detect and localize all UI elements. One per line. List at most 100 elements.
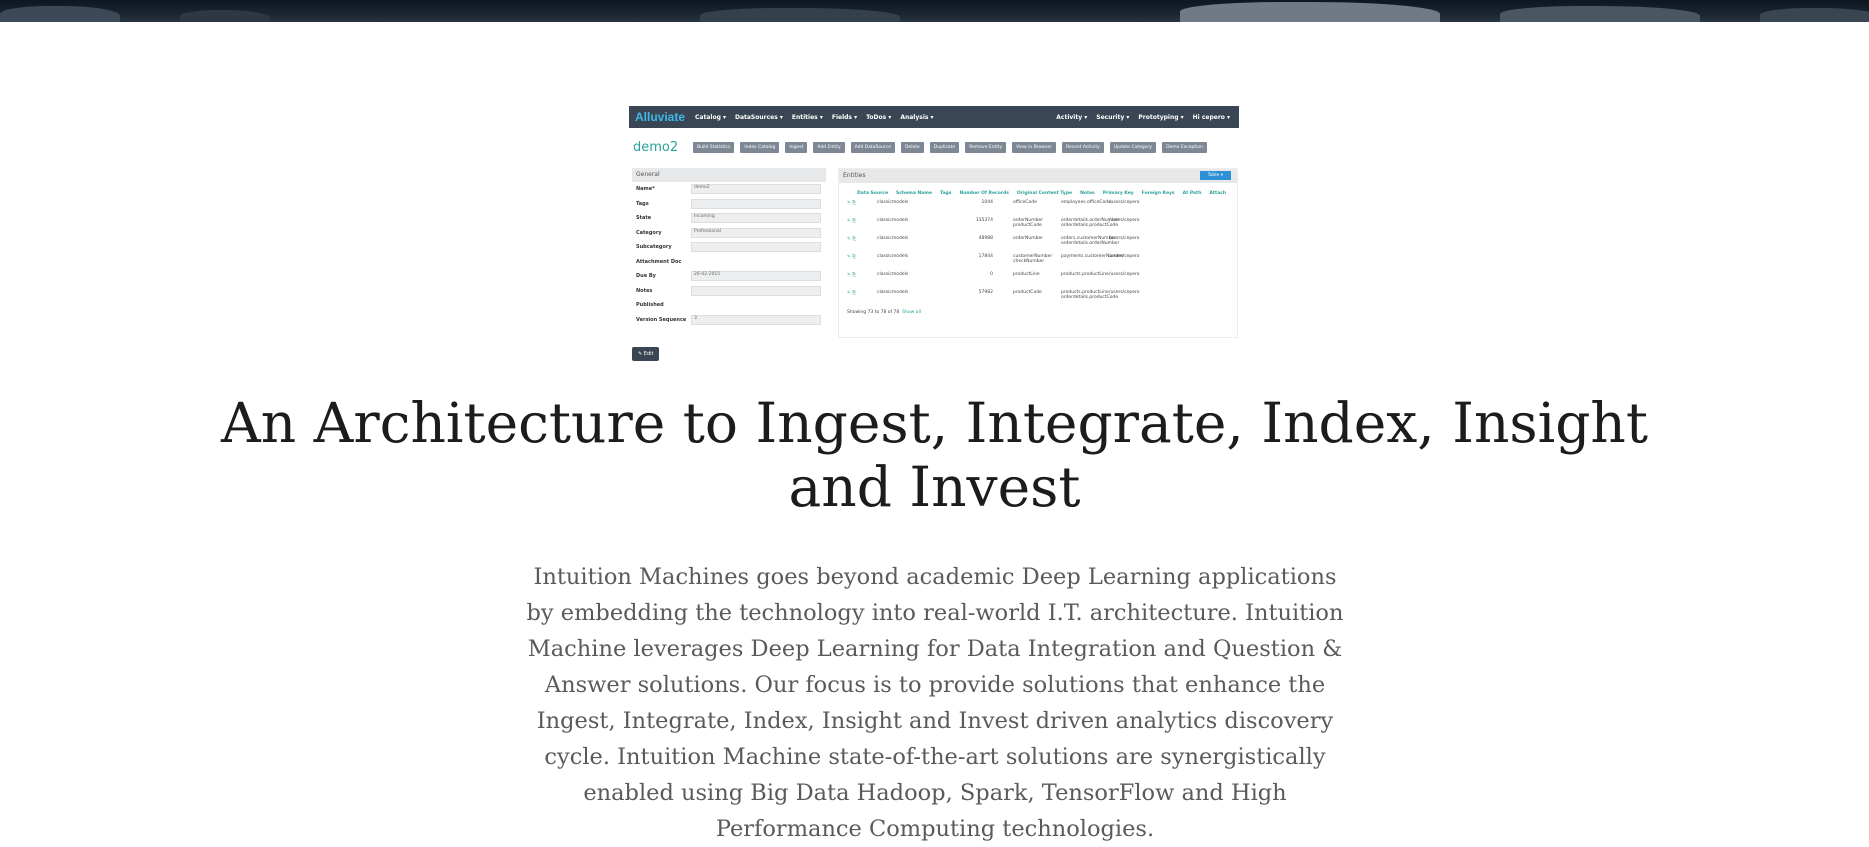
- cell-schema: classicmodels: [877, 236, 909, 241]
- form-row: State Incoming: [632, 211, 826, 226]
- show-all-link: Show all: [902, 310, 922, 315]
- table-row: ✎ ⎘ classicmodels 48988 orderNumber orders.c…: [839, 236, 1237, 250]
- row-icons: ✎ ⎘: [847, 291, 856, 296]
- row-icons: ✎ ⎘: [847, 219, 856, 224]
- toolbar-button: Build Statistics: [693, 141, 735, 153]
- nav-item: Hi cepero ▾: [1192, 113, 1230, 121]
- field-value: [691, 242, 821, 253]
- table-row: ✎ ⎘ classicmodels 17844 customerNumber chec…: [839, 254, 1237, 268]
- cell-pk: orderNumber: [1013, 236, 1044, 241]
- nav-item: Entities ▾: [791, 113, 823, 121]
- app-screenshot-image: Alluviate Catalog ▾ DataSources ▾ Entiti…: [629, 106, 1239, 368]
- field-value: Professional: [691, 227, 821, 238]
- field-value: 26-02-2015: [691, 271, 821, 282]
- form-row: Notes: [632, 284, 826, 299]
- column-header: Tags: [940, 191, 952, 196]
- field-value: [691, 198, 821, 209]
- form-row: Attachment Doc: [632, 255, 826, 270]
- row-icons: ✎ ⎘: [847, 201, 856, 206]
- column-header: Data Source: [857, 191, 889, 196]
- entities-heading: Entities: [839, 169, 1237, 183]
- nav-item: Security ▾: [1096, 113, 1130, 121]
- form-row: Version Sequence 3: [632, 313, 826, 328]
- toolbar-button: Delete: [900, 141, 924, 153]
- toolbar-button: View in Browser: [1012, 141, 1056, 153]
- field-label: Subcategory: [636, 244, 672, 251]
- field-label: Due By: [636, 273, 656, 280]
- column-header: At Path: [1182, 191, 1202, 196]
- toolbar-button: Add DataSource: [850, 141, 895, 153]
- cell-records: 17844: [978, 254, 993, 259]
- cell-fk: orderdetails.orderNumber orderdetails.pr…: [1061, 218, 1120, 228]
- toolbar-button: Remove Entity: [965, 141, 1007, 153]
- field-label: Version Sequence: [636, 316, 687, 323]
- column-header: Notes: [1080, 191, 1095, 196]
- nav-item: Catalog ▾: [695, 113, 726, 121]
- cell-records: 57982: [978, 290, 993, 295]
- cell-pk: productLine: [1013, 272, 1040, 277]
- form-row: Name* demo2: [632, 182, 826, 197]
- table-view-button: Table ▾: [1199, 171, 1231, 180]
- screenshot-brand: Alluviate: [635, 110, 686, 124]
- toolbar-button: Ingest: [785, 141, 808, 153]
- field-value: demo2: [691, 184, 821, 195]
- cell-pk: orderNumber productCode: [1013, 218, 1044, 228]
- cell-records: 0: [990, 272, 993, 277]
- column-header: Primary Key: [1102, 191, 1134, 196]
- nav-item: Activity ▾: [1056, 113, 1088, 121]
- cell-fk: orders.customerNumber orderdetails.order…: [1061, 236, 1120, 246]
- form-row: Due By 26-02-2015: [632, 269, 826, 284]
- nav-item: Analysis ▾: [900, 113, 934, 121]
- page-heading: An Architecture to Ingest, Integrate, In…: [200, 391, 1669, 519]
- row-icons: ✎ ⎘: [847, 273, 856, 278]
- cell-pk: officeCode: [1013, 200, 1037, 205]
- row-icons: ✎ ⎘: [847, 237, 856, 242]
- cell-schema: classicmodels: [877, 272, 909, 277]
- cell-fk: employees.officeCode: [1061, 200, 1111, 205]
- heading-text: An Architecture to Ingest, Integrate, In…: [221, 391, 1648, 519]
- field-label: Tags: [636, 200, 649, 207]
- toolbar-button: Update Category: [1109, 141, 1157, 153]
- form-row: Tags: [632, 197, 826, 212]
- column-header: Number Of Records: [959, 191, 1009, 196]
- cell-pk: customerNumber checkNumber: [1013, 254, 1053, 264]
- table-header: Data Source Schema Name Tags Number Of R…: [839, 191, 1237, 196]
- form-row: Subcategory: [632, 240, 826, 255]
- field-value: Incoming: [691, 213, 821, 224]
- field-label: Attachment Doc: [636, 258, 682, 265]
- cell-schema: classicmodels: [877, 200, 909, 205]
- cell-records: 135374: [975, 218, 993, 223]
- intro-paragraph: Intuition Machines goes beyond academic …: [526, 564, 1344, 842]
- cell-path: /users/cepero: [1109, 218, 1140, 223]
- nav-item: Fields ▾: [831, 113, 858, 121]
- form-row: Published: [632, 298, 826, 313]
- cell-path: /users/cepero: [1109, 272, 1140, 277]
- screenshot-navbar: Alluviate Catalog ▾ DataSources ▾ Entiti…: [629, 106, 1239, 128]
- general-panel: General Name* demo2 Tags State Incoming Ca…: [632, 168, 826, 340]
- field-label: Published: [636, 302, 664, 309]
- cell-pk: productCode: [1013, 290, 1042, 295]
- cell-fk: payments.customerNumber: [1061, 254, 1125, 259]
- field-label: Name*: [636, 186, 655, 193]
- cell-schema: classicmodels: [877, 254, 909, 259]
- cell-path: /users/cepero: [1109, 200, 1140, 205]
- toolbar-button: Add Entity: [813, 141, 845, 153]
- form-row: Category Professional: [632, 226, 826, 241]
- field-label: Notes: [636, 287, 653, 294]
- footer-text: Showing 73 to 78 of 78: [847, 310, 900, 315]
- cell-fk: products.productLine orderdetails.produc…: [1061, 290, 1119, 300]
- toolbar-button: Recent Activity: [1061, 141, 1104, 153]
- nav-item: DataSources ▾: [734, 113, 783, 121]
- cell-fk: products.productLine: [1061, 272, 1109, 277]
- general-heading: General: [632, 168, 826, 182]
- entities-panel: Entities Table ▾ Data Source Schema Name…: [838, 168, 1238, 338]
- toolbar-button: Demo Exception: [1162, 141, 1208, 153]
- cell-records: 1044: [981, 200, 993, 205]
- field-value: 3: [691, 314, 821, 325]
- edit-button: ✎ Edit: [632, 347, 660, 361]
- screenshot-titlebar: demo2 Build Statistics Index Catalog Ing…: [629, 139, 1239, 155]
- row-icons: ✎ ⎘: [847, 255, 856, 260]
- table-row: ✎ ⎘ classicmodels 1044 officeCode employees.…: [839, 200, 1237, 214]
- cell-path: /users/cepero: [1109, 236, 1140, 241]
- column-header: Original Content Type: [1016, 191, 1073, 196]
